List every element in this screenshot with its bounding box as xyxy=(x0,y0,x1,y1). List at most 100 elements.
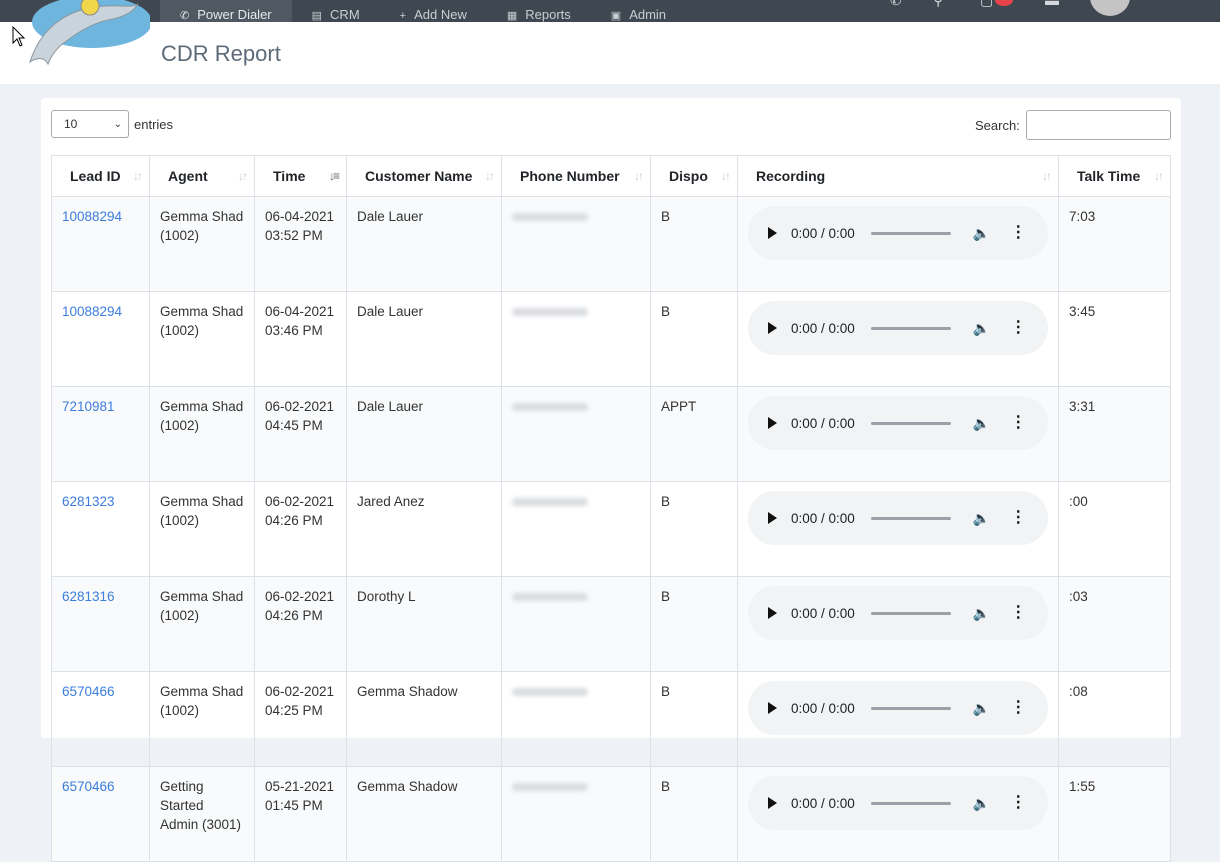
play-icon[interactable] xyxy=(768,322,777,334)
sort-icon: ↓↑ xyxy=(485,169,495,183)
time-cell: 05-21-2021 01:45 PM xyxy=(254,766,347,862)
column-header-lead-id[interactable]: Lead ID ↓↑ xyxy=(51,155,150,197)
column-header-phone-number[interactable]: Phone Number ↓↑ xyxy=(501,155,651,197)
volume-icon[interactable]: 🔈 xyxy=(973,319,990,338)
nav-label: Admin xyxy=(629,7,667,22)
search-label: Search: xyxy=(975,117,1020,133)
volume-icon[interactable]: 🔈 xyxy=(973,224,990,243)
audio-progress-bar[interactable] xyxy=(870,801,951,805)
dispo-cell: B xyxy=(650,671,738,767)
audio-player: 0:00 / 0:00 🔈 ⋮ xyxy=(748,206,1048,260)
contact-card-icon: ▤ xyxy=(311,10,323,22)
more-options-icon[interactable]: ⋮ xyxy=(1010,320,1026,336)
customer-name-cell: Jared Anez xyxy=(346,481,502,577)
talk-time-cell: :03 xyxy=(1058,576,1171,672)
audio-progress-bar[interactable] xyxy=(870,611,951,615)
column-header-talk-time[interactable]: Talk Time ↓↑ xyxy=(1058,155,1171,197)
recording-cell: 0:00 / 0:00 🔈 ⋮ xyxy=(737,766,1059,862)
search-icon[interactable]: ⚲ xyxy=(933,0,943,9)
admin-icon: ▣ xyxy=(610,10,622,22)
nav-reports[interactable]: ▦ Reports xyxy=(487,0,591,22)
audio-progress-bar[interactable] xyxy=(870,326,951,330)
entries-length-value: 10 xyxy=(64,117,78,131)
entries-length-select[interactable]: 10 ⌄ xyxy=(51,110,129,138)
volume-icon[interactable]: 🔈 xyxy=(973,794,990,813)
sort-icon: ↓↑ xyxy=(634,169,644,183)
phone-number-cell xyxy=(501,576,651,672)
more-options-icon[interactable]: ⋮ xyxy=(1010,700,1026,716)
table-search: Search: xyxy=(975,110,1171,140)
audio-time: 0:00 / 0:00 xyxy=(791,510,855,526)
audio-progress-bar[interactable] xyxy=(870,421,951,425)
volume-icon[interactable]: 🔈 xyxy=(973,699,990,718)
sort-icon: ↓↑ xyxy=(1154,169,1164,183)
play-icon[interactable] xyxy=(768,607,777,619)
redacted-phone-number xyxy=(512,403,588,411)
customer-name-cell: Gemma Shadow xyxy=(346,766,502,862)
sort-icon: ↓↑ xyxy=(238,169,248,183)
table-row: 10088294 Gemma Shad (1002) 06-04-2021 03… xyxy=(51,196,1171,292)
cart-icon[interactable]: ▢ xyxy=(980,0,993,9)
nav-crm[interactable]: ▤ CRM xyxy=(292,0,380,22)
search-input[interactable] xyxy=(1025,110,1171,140)
phone-number-cell xyxy=(501,766,651,862)
lead-id-link[interactable]: 10088294 xyxy=(62,304,122,319)
play-icon[interactable] xyxy=(768,512,777,524)
lead-id-link[interactable]: 6281316 xyxy=(62,589,115,604)
lead-id-link[interactable]: 6570466 xyxy=(62,779,115,794)
play-icon[interactable] xyxy=(768,227,777,239)
audio-progress-bar[interactable] xyxy=(870,516,951,520)
nav-add-new[interactable]: + Add New xyxy=(380,0,487,22)
column-header-recording[interactable]: Recording ↓↑ xyxy=(737,155,1059,197)
menu-icon[interactable]: ▬ xyxy=(1045,0,1059,8)
dispo-cell: B xyxy=(650,196,738,292)
column-header-customer-name[interactable]: Customer Name ↓↑ xyxy=(346,155,502,197)
more-options-icon[interactable]: ⋮ xyxy=(1010,795,1026,811)
more-options-icon[interactable]: ⋮ xyxy=(1010,415,1026,431)
audio-player: 0:00 / 0:00 🔈 ⋮ xyxy=(748,396,1048,450)
audio-time: 0:00 / 0:00 xyxy=(791,225,855,241)
sort-icon: ↓↑ xyxy=(1042,169,1052,183)
column-header-agent[interactable]: Agent ↓↑ xyxy=(149,155,255,197)
column-header-dispo[interactable]: Dispo ↓↑ xyxy=(650,155,738,197)
dispo-cell: B xyxy=(650,481,738,577)
audio-progress-bar[interactable] xyxy=(870,706,951,710)
lead-id-link[interactable]: 6281323 xyxy=(62,494,115,509)
nav-label: Add New xyxy=(414,7,467,22)
play-icon[interactable] xyxy=(768,702,777,714)
nav-label: Power Dialer xyxy=(197,7,272,22)
lead-id-cell: 6570466 xyxy=(51,671,150,767)
recording-cell: 0:00 / 0:00 🔈 ⋮ xyxy=(737,386,1059,482)
avatar[interactable] xyxy=(1090,0,1130,16)
entries-label: entries xyxy=(134,116,174,132)
play-icon[interactable] xyxy=(768,417,777,429)
column-header-time[interactable]: Time ↓≡ xyxy=(254,155,347,197)
phone-number-cell xyxy=(501,291,651,387)
redacted-phone-number xyxy=(512,308,588,316)
more-options-icon[interactable]: ⋮ xyxy=(1010,225,1026,241)
audio-time: 0:00 / 0:00 xyxy=(791,700,855,716)
phone-call-icon[interactable]: ✆ xyxy=(890,0,902,9)
more-options-icon[interactable]: ⋮ xyxy=(1010,605,1026,621)
lead-id-link[interactable]: 10088294 xyxy=(62,209,122,224)
play-icon[interactable] xyxy=(768,797,777,809)
agent-cell: Gemma Shad (1002) xyxy=(149,196,255,292)
volume-icon[interactable]: 🔈 xyxy=(973,414,990,433)
nav-admin[interactable]: ▣ Admin xyxy=(591,0,686,22)
page-title: CDR Report xyxy=(161,41,281,66)
redacted-phone-number xyxy=(512,498,588,506)
more-options-icon[interactable]: ⋮ xyxy=(1010,510,1026,526)
table-row: 10088294 Gemma Shad (1002) 06-04-2021 03… xyxy=(51,291,1171,387)
nav-power-dialer[interactable]: ✆ Power Dialer xyxy=(160,0,292,22)
volume-icon[interactable]: 🔈 xyxy=(973,509,990,528)
mouse-pointer-icon xyxy=(12,26,26,47)
table-row: 6570466 Getting Started Admin (3001) 05-… xyxy=(51,766,1171,862)
redacted-phone-number xyxy=(512,783,588,791)
volume-icon[interactable]: 🔈 xyxy=(973,604,990,623)
audio-progress-bar[interactable] xyxy=(870,231,951,235)
lead-id-link[interactable]: 7210981 xyxy=(62,399,115,414)
audio-player: 0:00 / 0:00 🔈 ⋮ xyxy=(748,681,1048,735)
top-navbar: ✆ Power Dialer ▤ CRM + Add New ▦ Reports ▣ Ad… xyxy=(0,0,1220,22)
redacted-phone-number xyxy=(512,688,588,696)
lead-id-link[interactable]: 6570466 xyxy=(62,684,115,699)
